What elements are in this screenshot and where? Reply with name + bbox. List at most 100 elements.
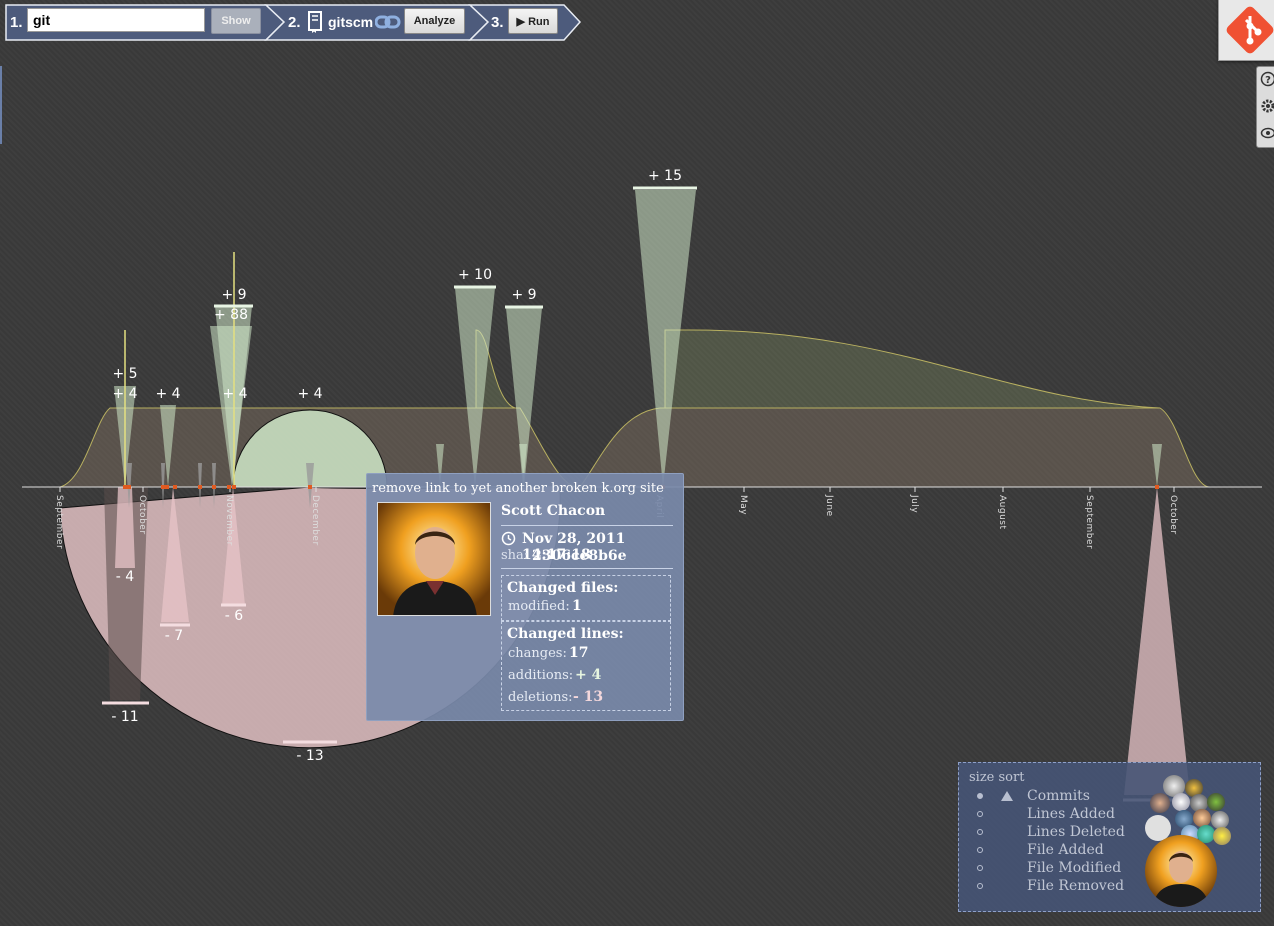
addition-value-label: + 9: [511, 287, 536, 303]
avatar[interactable]: [1193, 809, 1211, 827]
addition-value-label: + 9: [221, 287, 246, 303]
deletions-label: deletions:: [508, 690, 573, 705]
activity-envelope-peak-2: [664, 329, 1161, 409]
git-logo-icon: [1226, 6, 1274, 54]
radio-icon[interactable]: [977, 829, 983, 835]
month-label: October: [137, 495, 147, 535]
addition-value-label: + 4: [155, 386, 180, 402]
changed-files-box: Changed files: modified: 1: [501, 575, 671, 621]
sha-label: sha:: [501, 548, 529, 563]
month-label: July: [909, 494, 919, 513]
author-name: Scott Chacon: [501, 503, 606, 519]
eye-icon[interactable]: [1260, 125, 1274, 141]
avatar[interactable]: [1150, 793, 1170, 813]
size-sort-label: size sort: [969, 770, 1025, 785]
help-icon[interactable]: ?: [1260, 71, 1274, 87]
sort-option-file-removed[interactable]: File Removed: [959, 878, 1139, 896]
sort-option-label: Commits: [1027, 788, 1090, 804]
commit-dot[interactable]: [227, 485, 231, 489]
selected-author-avatar[interactable]: [1145, 835, 1217, 907]
changed-lines-box: Changed lines: changes: 17 additions: + …: [501, 621, 671, 711]
divider: [501, 568, 673, 569]
step-3-number: 3.: [491, 14, 504, 31]
commit-tooltip: remove link to yet another broken k.org …: [366, 473, 684, 721]
commit-dot[interactable]: [165, 485, 169, 489]
radio-icon[interactable]: [977, 811, 983, 817]
avatar[interactable]: [1172, 793, 1190, 811]
sort-option-file-added[interactable]: File Added: [959, 842, 1139, 860]
deletions-value: - 13: [573, 689, 604, 705]
month-label: November: [224, 495, 234, 546]
month-label: June: [824, 494, 834, 517]
divider: [501, 525, 673, 526]
changes-value: 17: [569, 645, 589, 661]
month-label: May: [738, 495, 748, 515]
commit-dot[interactable]: [123, 485, 127, 489]
commit-sha: 2306ce8b6e: [532, 548, 627, 564]
analyze-button[interactable]: Analyze: [404, 8, 465, 34]
month-label: October: [1168, 495, 1178, 535]
additions-value: + 4: [575, 667, 602, 683]
show-button[interactable]: Show: [211, 8, 261, 34]
sort-option-label: File Modified: [1027, 860, 1122, 876]
month-label: September: [54, 495, 64, 549]
git-logo: [1218, 0, 1274, 61]
step-1-number: 1.: [10, 14, 23, 31]
commit-dot[interactable]: [173, 485, 177, 489]
commit-dot[interactable]: [127, 485, 131, 489]
sort-option-commits[interactable]: Commits: [959, 788, 1139, 806]
sort-option-label: File Added: [1027, 842, 1104, 858]
radio-icon[interactable]: [977, 847, 983, 853]
avatar[interactable]: [1207, 793, 1225, 811]
deletion-value-label: - 4: [116, 569, 135, 585]
addition-value-label: + 15: [648, 168, 682, 184]
changed-files-heading: Changed files:: [507, 580, 619, 596]
repo-name: gitscm: [328, 14, 374, 30]
svg-text:?: ?: [1265, 75, 1271, 86]
deletion-value-label: - 11: [111, 709, 138, 725]
radio-icon[interactable]: [977, 865, 983, 871]
step-2-number: 2.: [288, 14, 301, 31]
link-icon[interactable]: [375, 14, 401, 30]
addition-value-label: + 4: [297, 386, 322, 402]
commit-message: remove link to yet another broken k.org …: [372, 481, 664, 496]
commit-dot[interactable]: [232, 485, 236, 489]
left-edge-strip: [0, 66, 2, 144]
repo-search-input[interactable]: [27, 8, 205, 32]
addition-value-label: + 4: [222, 386, 247, 402]
addition-value-label: + 88: [214, 307, 248, 323]
deletion-cone[interactable]: [1124, 487, 1190, 795]
commit-dot[interactable]: [161, 485, 165, 489]
sort-option-label: Lines Deleted: [1027, 824, 1125, 840]
side-toolbar: ?: [1256, 66, 1274, 148]
sort-legend: size sort Commits Lines Added Lines Dele…: [958, 762, 1261, 912]
book-icon: [308, 11, 322, 33]
contributor-avatars: [1145, 773, 1235, 845]
month-label: August: [997, 495, 1007, 530]
month-label: December: [310, 495, 320, 546]
commit-dot[interactable]: [308, 485, 312, 489]
radio-icon[interactable]: [977, 883, 983, 889]
sort-option-lines-added[interactable]: Lines Added: [959, 806, 1139, 824]
changes-label: changes:: [508, 646, 567, 661]
commit-dot[interactable]: [198, 485, 202, 489]
sort-option-label: File Removed: [1027, 878, 1125, 894]
commit-dot[interactable]: [212, 485, 216, 489]
avatar[interactable]: [1213, 827, 1231, 845]
deletion-value-label: - 7: [165, 628, 183, 644]
gear-icon[interactable]: [1260, 98, 1274, 114]
sort-option-file-modified[interactable]: File Modified: [959, 860, 1139, 878]
deletion-value-label: - 6: [225, 608, 244, 624]
addition-value-label: + 5: [112, 366, 137, 382]
sort-option-lines-deleted[interactable]: Lines Deleted: [959, 824, 1139, 842]
sort-option-label: Lines Added: [1027, 806, 1115, 822]
run-button[interactable]: ▶ Run: [508, 8, 558, 34]
radio-icon[interactable]: [977, 793, 983, 799]
modified-label: modified:: [508, 599, 570, 614]
commit-dot[interactable]: [1155, 485, 1159, 489]
addition-value-label: + 10: [458, 267, 492, 283]
modified-value: 1: [572, 598, 582, 614]
addition-value-label: + 4: [112, 386, 137, 402]
deletion-cone[interactable]: [115, 487, 135, 568]
deletion-value-label: - 13: [296, 748, 323, 764]
